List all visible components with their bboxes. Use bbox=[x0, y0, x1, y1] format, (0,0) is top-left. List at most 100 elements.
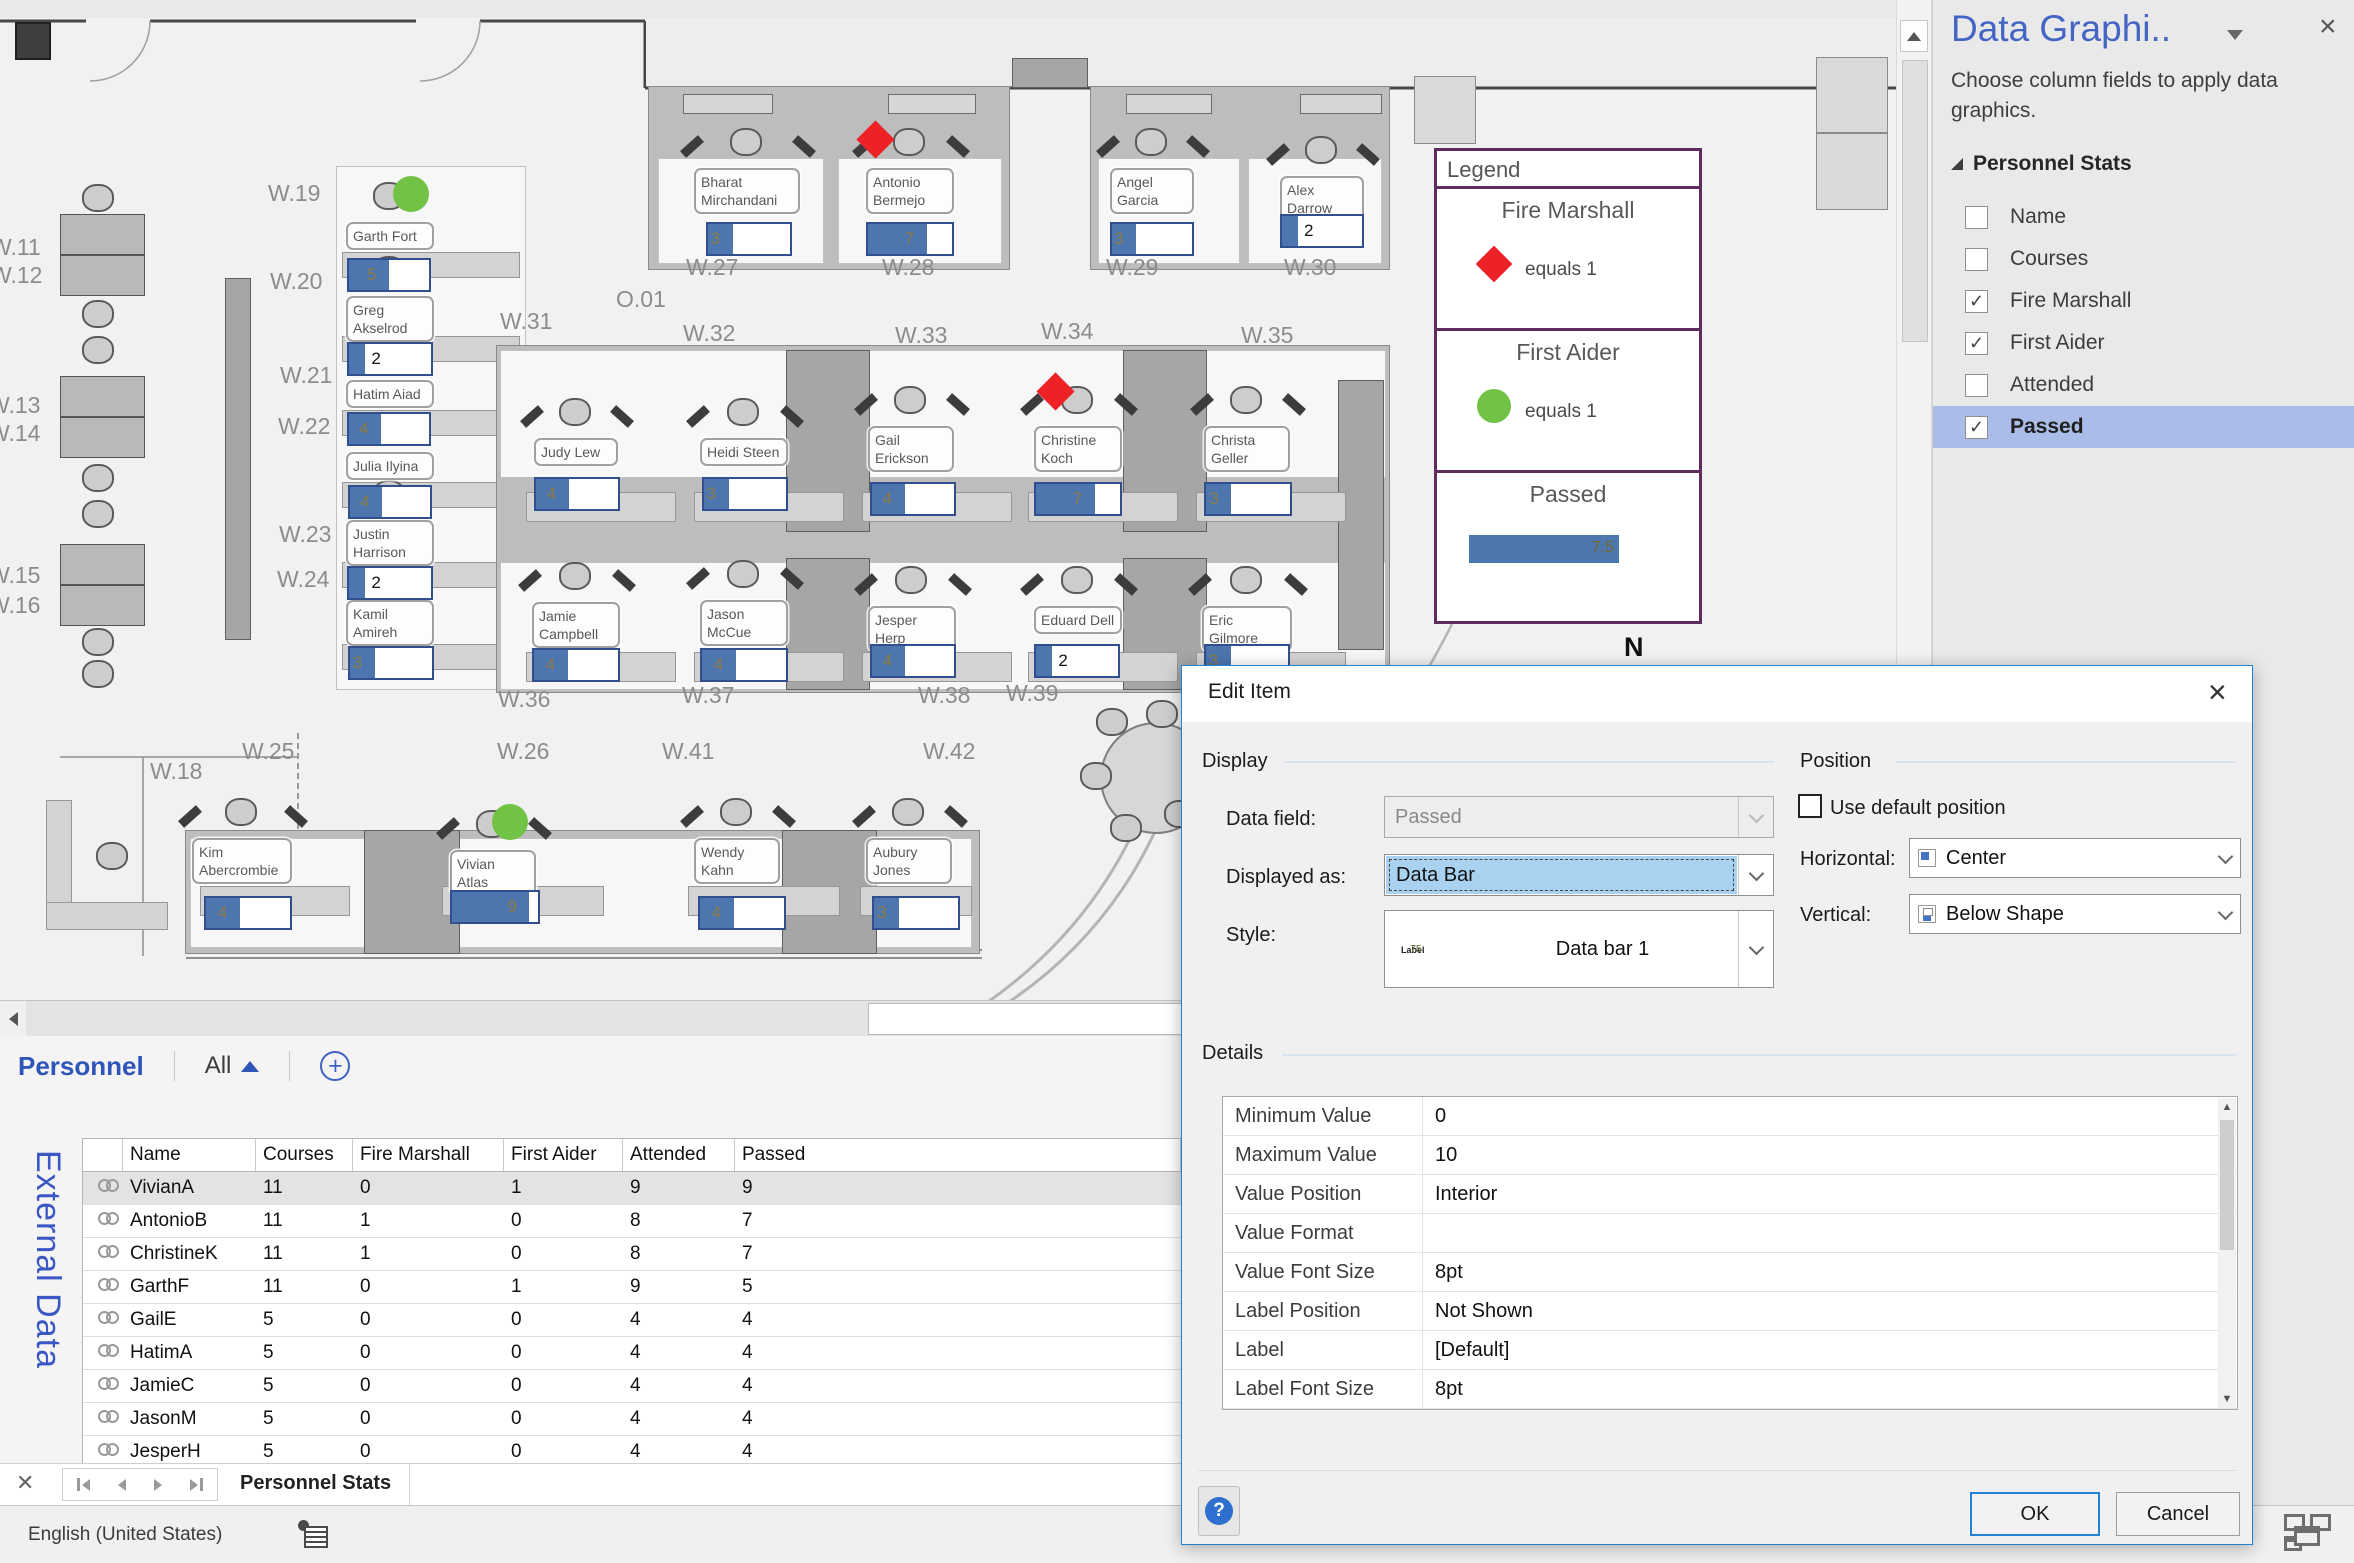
checkbox-unchecked[interactable] bbox=[1965, 206, 1988, 229]
person-name-tag[interactable]: Justin Harrison bbox=[346, 520, 434, 566]
field-row-passed[interactable]: ✓Passed bbox=[1933, 406, 2354, 448]
passed-data-bar[interactable]: 3 bbox=[706, 222, 792, 256]
data-field-combo[interactable]: Passed bbox=[1384, 796, 1774, 838]
person-name-tag[interactable]: Julia Ilyina bbox=[346, 452, 434, 480]
person-name-tag[interactable]: Heidi Steen bbox=[700, 438, 788, 466]
passed-data-bar[interactable]: 9 bbox=[450, 890, 540, 924]
checkbox-checked[interactable]: ✓ bbox=[1965, 290, 1988, 313]
passed-data-bar[interactable]: 3 bbox=[348, 646, 434, 680]
passed-data-bar[interactable]: 4 bbox=[870, 482, 956, 516]
horizontal-combo[interactable]: Center bbox=[1909, 838, 2241, 878]
details-row[interactable]: Label[Default] bbox=[1223, 1331, 2237, 1370]
vertical-scroll-thumb[interactable] bbox=[1902, 60, 1928, 342]
person-name-tag[interactable]: Gail Erickson bbox=[868, 426, 954, 472]
tab-personnel-stats[interactable]: Personnel Stats bbox=[222, 1464, 410, 1505]
passed-data-bar[interactable]: 2 bbox=[1280, 214, 1364, 248]
person-name-tag[interactable]: Jamie Campbell bbox=[532, 602, 620, 648]
column-header[interactable]: Courses bbox=[256, 1139, 353, 1171]
passed-data-bar[interactable]: 5 bbox=[347, 258, 431, 292]
first-aider-badge[interactable] bbox=[393, 176, 429, 212]
panel-close-icon[interactable]: × bbox=[2319, 10, 2337, 44]
record-data-icon[interactable] bbox=[298, 1520, 332, 1552]
dialog-close-icon[interactable]: × bbox=[2208, 674, 2227, 711]
person-name-tag[interactable]: Greg Akselrod bbox=[346, 296, 434, 342]
passed-data-bar[interactable]: 2 bbox=[1034, 644, 1120, 678]
passed-data-bar[interactable]: 7 bbox=[866, 222, 954, 256]
legend[interactable]: Legend Fire Marshall equals 1 First Aide… bbox=[1434, 148, 1702, 624]
person-name-tag[interactable]: Judy Lew bbox=[534, 438, 618, 466]
checkbox-unchecked[interactable] bbox=[1965, 374, 1988, 397]
table-row[interactable]: JasonM50044 bbox=[83, 1403, 1181, 1436]
dropdown-button[interactable] bbox=[1738, 797, 1773, 837]
dropdown-button[interactable] bbox=[1738, 855, 1773, 895]
passed-data-bar[interactable]: 4 bbox=[348, 485, 432, 519]
passed-data-bar[interactable]: 3 bbox=[872, 896, 960, 930]
person-name-tag[interactable]: Jason McCue bbox=[700, 600, 788, 646]
details-row[interactable]: Label PositionNot Shown bbox=[1223, 1292, 2237, 1331]
style-combo[interactable]: Label 75 Data bar 1 bbox=[1384, 910, 1774, 988]
horizontal-scroll-thumb[interactable] bbox=[868, 1003, 1182, 1035]
details-row[interactable]: Maximum Value10 bbox=[1223, 1136, 2237, 1175]
details-row[interactable]: Value Font Size8pt bbox=[1223, 1253, 2237, 1292]
displayed-as-combo[interactable]: Data Bar bbox=[1384, 854, 1774, 896]
last-page-button[interactable] bbox=[190, 1478, 203, 1491]
table-row[interactable]: GarthF110195 bbox=[83, 1271, 1181, 1304]
switch-windows-icon[interactable] bbox=[2284, 1514, 2334, 1558]
person-name-tag[interactable]: Eduard Dell bbox=[1034, 606, 1122, 634]
scroll-down-arrow-icon[interactable]: ▼ bbox=[2218, 1390, 2236, 1408]
checkbox-checked[interactable]: ✓ bbox=[1965, 332, 1988, 355]
ok-button[interactable]: OK bbox=[1970, 1492, 2100, 1536]
field-group-header[interactable]: Personnel Stats bbox=[1951, 152, 2132, 176]
passed-data-bar[interactable]: 4 bbox=[347, 412, 431, 446]
passed-data-bar[interactable]: 3 bbox=[1110, 222, 1194, 256]
person-name-tag[interactable]: Christa Geller bbox=[1204, 426, 1290, 472]
field-row-attended[interactable]: Attended bbox=[1933, 364, 2354, 406]
add-data-source-button[interactable]: + bbox=[320, 1051, 350, 1081]
first-aider-badge[interactable] bbox=[492, 804, 528, 840]
vertical-combo[interactable]: Below Shape bbox=[1909, 894, 2241, 934]
field-row-first-aider[interactable]: ✓First Aider bbox=[1933, 322, 2354, 364]
details-row[interactable]: Label Font Size8pt bbox=[1223, 1370, 2237, 1409]
passed-data-bar[interactable]: 4 bbox=[532, 648, 620, 682]
column-header[interactable]: First Aider bbox=[504, 1139, 623, 1171]
person-name-tag[interactable]: Hatim Aiad bbox=[346, 380, 434, 408]
checkbox-unchecked[interactable] bbox=[1965, 248, 1988, 271]
details-row[interactable]: Value Format bbox=[1223, 1214, 2237, 1253]
dropdown-button[interactable] bbox=[1738, 911, 1773, 987]
dropdown-button[interactable] bbox=[2210, 839, 2240, 877]
column-header[interactable]: Name bbox=[123, 1139, 256, 1171]
cancel-button[interactable]: Cancel bbox=[2116, 1492, 2240, 1536]
checkbox-checked[interactable]: ✓ bbox=[1965, 416, 1988, 439]
close-external-data-icon[interactable]: ✕ bbox=[16, 1470, 34, 1496]
passed-data-bar[interactable]: 4 bbox=[534, 477, 620, 511]
field-row-name[interactable]: Name bbox=[1933, 196, 2354, 238]
column-header[interactable]: Attended bbox=[623, 1139, 735, 1171]
use-default-position-checkbox[interactable] bbox=[1798, 794, 1822, 818]
details-scroll-thumb[interactable] bbox=[2220, 1120, 2234, 1250]
table-row[interactable]: VivianA110199 bbox=[83, 1172, 1181, 1205]
help-button[interactable]: ? bbox=[1198, 1486, 1240, 1536]
panel-menu-caret-icon[interactable] bbox=[2227, 30, 2243, 40]
external-data-sidebar-label[interactable]: External Data bbox=[28, 1150, 67, 1369]
person-name-tag[interactable]: Kamil Amireh bbox=[346, 600, 434, 646]
table-row[interactable]: JamieC50044 bbox=[83, 1370, 1181, 1403]
passed-data-bar[interactable]: 4 bbox=[700, 648, 788, 682]
dropdown-button[interactable] bbox=[2210, 895, 2240, 933]
details-row[interactable]: Value PositionInterior bbox=[1223, 1175, 2237, 1214]
passed-data-bar[interactable]: 3 bbox=[1204, 482, 1292, 516]
person-name-tag[interactable]: Aubury Jones bbox=[866, 838, 952, 884]
person-name-tag[interactable]: Garth Fort bbox=[346, 222, 434, 250]
passed-data-bar[interactable]: 3 bbox=[702, 477, 788, 511]
language-indicator[interactable]: English (United States) bbox=[28, 1524, 222, 1546]
field-row-courses[interactable]: Courses bbox=[1933, 238, 2354, 280]
person-name-tag[interactable]: Bharat Mirchandani bbox=[694, 168, 800, 214]
previous-page-button[interactable] bbox=[118, 1479, 126, 1491]
scroll-left-button[interactable] bbox=[0, 1001, 26, 1036]
table-row[interactable]: GailE50044 bbox=[83, 1304, 1181, 1337]
person-name-tag[interactable]: Wendy Kahn bbox=[694, 838, 780, 884]
passed-data-bar[interactable]: 4 bbox=[698, 896, 786, 930]
table-row[interactable]: HatimA50044 bbox=[83, 1337, 1181, 1370]
passed-data-bar[interactable]: 7 bbox=[1034, 482, 1122, 516]
scroll-up-arrow-icon[interactable]: ▲ bbox=[2218, 1098, 2236, 1116]
passed-data-bar[interactable]: 2 bbox=[347, 342, 433, 376]
